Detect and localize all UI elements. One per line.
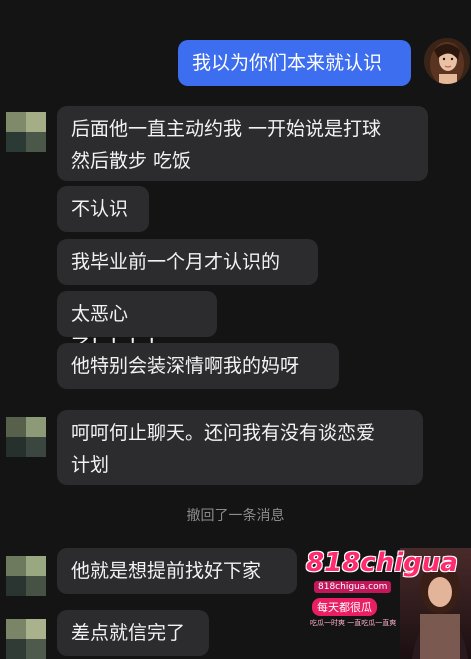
watermark-site: 818chigua.com bbox=[314, 581, 392, 593]
peer-avatar[interactable] bbox=[6, 112, 46, 152]
incoming-message[interactable]: 不认识 bbox=[57, 186, 149, 232]
mosaic-tile bbox=[26, 437, 46, 457]
watermark-slogan: 每天都很瓜 bbox=[312, 598, 377, 616]
mosaic-tile bbox=[6, 417, 26, 437]
incoming-message[interactable]: 我毕业前一个月才认识的 bbox=[57, 239, 318, 285]
mosaic-tile bbox=[6, 437, 26, 457]
woman-portrait-icon bbox=[424, 38, 470, 84]
recalled-message-notice: 撤回了一条消息 bbox=[186, 508, 285, 524]
mosaic-tile bbox=[6, 576, 26, 596]
peer-avatar[interactable] bbox=[6, 619, 46, 659]
mosaic-tile bbox=[26, 576, 46, 596]
watermark-logo: 818chigua bbox=[306, 548, 458, 578]
mosaic-tile bbox=[6, 132, 26, 152]
watermark: 818chigua 818chigua.com 每天都很瓜 吃瓜一时爽 一直吃瓜… bbox=[300, 548, 471, 659]
mosaic-tile bbox=[6, 619, 26, 639]
mosaic-tile bbox=[6, 556, 26, 576]
incoming-message[interactable]: 他就是想提前找好下家 bbox=[57, 548, 297, 594]
mosaic-tile bbox=[26, 639, 46, 659]
mosaic-tile bbox=[26, 556, 46, 576]
incoming-message[interactable]: 呵呵何止聊天。还问我有没有谈恋爱 计划 bbox=[57, 410, 423, 485]
peer-avatar[interactable] bbox=[6, 556, 46, 596]
mosaic-tile bbox=[26, 619, 46, 639]
self-avatar[interactable] bbox=[424, 38, 470, 84]
mosaic-tile bbox=[26, 132, 46, 152]
mosaic-tile bbox=[6, 639, 26, 659]
mosaic-tile bbox=[6, 112, 26, 132]
incoming-message[interactable]: 后面他一直主动约我 一开始说是打球 然后散步 吃饭 bbox=[57, 106, 428, 181]
outgoing-message[interactable]: 我以为你们本来就认识 bbox=[178, 40, 411, 86]
incoming-message[interactable]: 差点就信完了 bbox=[57, 610, 209, 656]
peer-avatar[interactable] bbox=[6, 417, 46, 457]
incoming-message[interactable]: 他特别会装深情啊我的妈呀 bbox=[57, 343, 339, 389]
watermark-subtitle: 吃瓜一时爽 一直吃瓜一直爽 bbox=[310, 619, 397, 627]
incoming-message[interactable]: 太恶心了！！！！ bbox=[57, 291, 217, 357]
mosaic-tile bbox=[26, 417, 46, 437]
mosaic-tile bbox=[26, 112, 46, 132]
